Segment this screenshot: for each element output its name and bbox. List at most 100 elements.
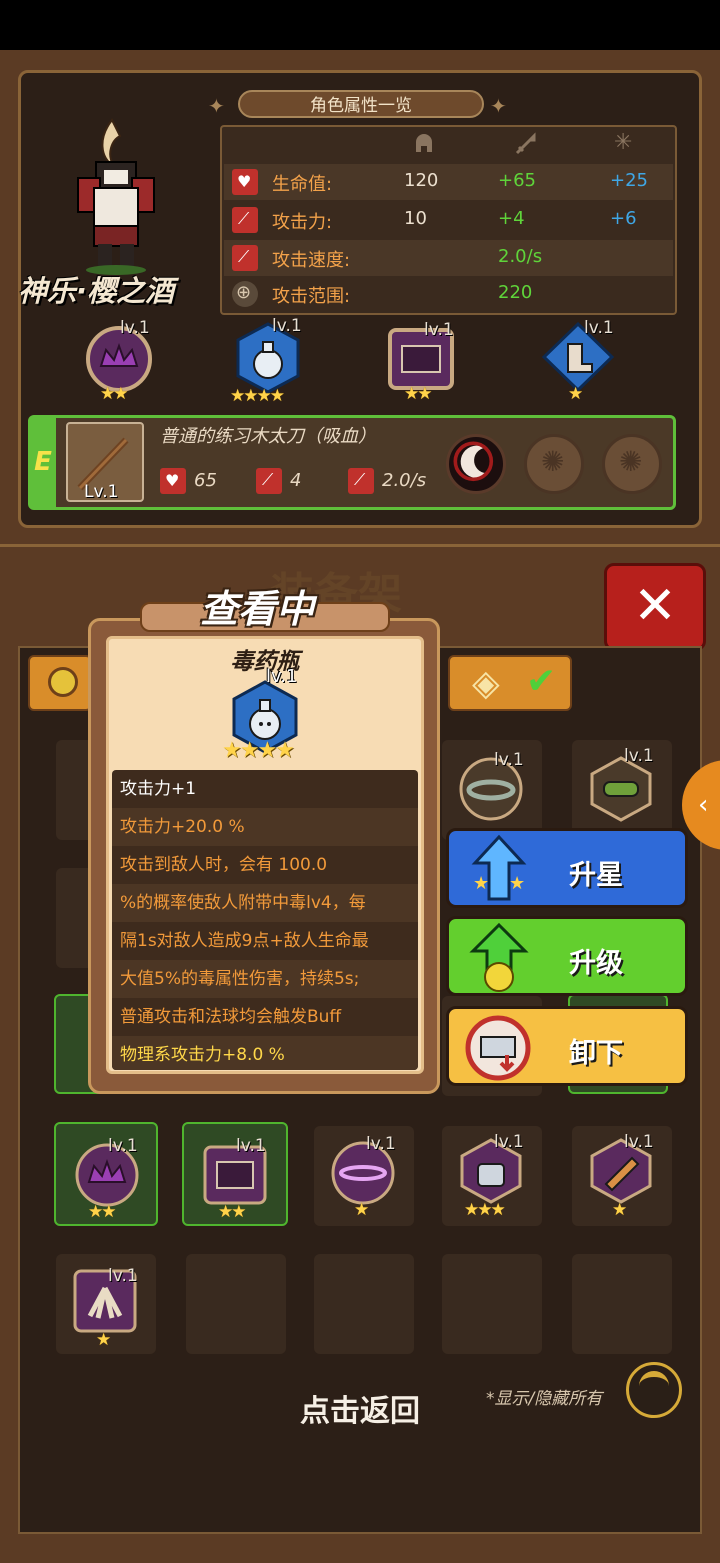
desc-line: 攻击到敌人时，会有 100.0 (120, 855, 328, 875)
desc-row: 攻击到敌人时，会有 100.0 (112, 846, 418, 884)
desc-line: 普通攻击和法球均会触发Buff (120, 1007, 342, 1027)
wing-right-icon: ✦ (490, 94, 507, 118)
grid-cell[interactable]: lv.1 ★★ (54, 1122, 158, 1226)
stat-row-hp: ♥ 生命值: 120 +65 +25 (224, 164, 673, 200)
cell-stars: ★★ (218, 1202, 247, 1222)
diamond-icon: ◈ (472, 663, 500, 704)
level-up-icon (469, 922, 529, 992)
desc-row: 大值5%的毒属性伤害，持续5s; (112, 960, 418, 998)
stat-base: 120 (404, 170, 439, 191)
stat-label: 生命值: (272, 174, 333, 195)
filter-tab-ring[interactable] (28, 655, 92, 711)
weapon-hp-icon: ♥ (160, 468, 186, 494)
svg-text:★: ★ (509, 873, 525, 894)
sword-icon: ⟋ (232, 207, 258, 233)
star-up-label: 升星 (569, 860, 623, 891)
cell-level: lv.1 (108, 1136, 138, 1156)
cell-stars: ★ (612, 1200, 627, 1220)
toggle-all-icon[interactable] (626, 1362, 682, 1418)
grid-cell[interactable]: lv.1 (572, 740, 672, 840)
level-up-label: 升级 (569, 948, 623, 979)
slot-stars: ★★ (404, 384, 433, 404)
stat-row-atk: ⟋ 攻击力: 10 +4 +6 (224, 202, 673, 238)
item-description: 攻击力+1 攻击力+20.0 % 攻击到敌人时，会有 100.0 %的概率使敌人… (112, 770, 418, 1070)
skill-slot-locked-icon[interactable]: ✺ (602, 434, 662, 494)
desc-line: %的概率使敌人附带中毒lv4，每 (120, 893, 366, 913)
stat-row-speed: ⟋ 攻击速度: 2.0/s (224, 240, 673, 276)
status-bar (0, 0, 720, 50)
unequip-label: 卸下 (569, 1038, 623, 1069)
weapon-atk: 4 (290, 470, 302, 491)
sparkle-column-icon: ✳ (614, 130, 633, 155)
grid-cell-empty[interactable] (572, 1254, 672, 1354)
grid-cell-empty[interactable] (314, 1254, 414, 1354)
equipped-slot-potion[interactable]: lv.1 ★★★★ (230, 316, 302, 406)
popup-status-title: 查看中 (200, 587, 315, 631)
level-up-button[interactable]: 升级 (446, 916, 688, 996)
desc-row: 物理系攻击力+8.0 % (112, 1036, 418, 1070)
slot-level: lv.1 (120, 318, 150, 338)
equipped-slot-crown[interactable]: lv.1 ★★ (84, 318, 154, 408)
stat-label: 攻击范围: (272, 286, 351, 307)
desc-line: 物理系攻击力+8.0 % (120, 1045, 285, 1065)
unequip-icon (465, 1015, 531, 1081)
desc-line: 大值5%的毒属性伤害，持续5s; (120, 969, 360, 989)
cell-level: lv.1 (236, 1136, 266, 1156)
sword-column-icon (515, 132, 536, 155)
unequip-button[interactable]: 卸下 (446, 1006, 688, 1086)
desc-row: 隔1s对敌人造成9点+敌人生命最 (112, 922, 418, 960)
star-up-button[interactable]: ★ ★ 升星 (446, 828, 688, 908)
slot-stars: ★ (568, 384, 583, 404)
equipped-slot-armor[interactable]: lv.1 ★★ (386, 320, 456, 410)
toggle-all-label: *显示/隐藏所有 (486, 1389, 603, 1409)
grid-cell[interactable]: lv.1 (442, 740, 542, 840)
grid-cell[interactable]: lv.1 ★ (314, 1126, 414, 1226)
skill-slash-icon[interactable] (446, 434, 506, 494)
star-up-icon: ★ ★ (471, 834, 527, 901)
item-stars: ★★★★ (222, 738, 295, 763)
cell-stars: ★★★ (464, 1200, 506, 1220)
slot-level: lv.1 (424, 320, 454, 340)
grid-cell[interactable]: lv.1 ★ (572, 1126, 672, 1226)
desc-row: 攻击力+20.0 % (112, 808, 418, 846)
item-name: 毒药瓶 (230, 649, 300, 675)
helmet-icon (416, 134, 432, 152)
cell-level: lv.1 (624, 746, 654, 766)
cell-level: lv.1 (494, 750, 524, 770)
close-button[interactable]: ✕ (604, 563, 706, 651)
stat-label: 攻击速度: (272, 250, 351, 271)
heart-icon: ♥ (232, 169, 258, 195)
cell-level: lv.1 (108, 1266, 138, 1286)
desc-line: 隔1s对敌人造成9点+敌人生命最 (120, 931, 369, 951)
grid-cell[interactable]: lv.1 ★ (56, 1254, 156, 1354)
panel-title: 角色属性一览 (238, 90, 484, 118)
desc-line: 攻击力+1 (120, 779, 197, 799)
weapon-speed: 2.0/s (382, 470, 427, 491)
weapon-atk-icon: ⟋ (256, 468, 282, 494)
cell-stars: ★★ (88, 1202, 117, 1222)
stat-bonus-blue: +25 (610, 170, 648, 191)
cell-level: lv.1 (624, 1132, 654, 1152)
stat-bonus-green: +4 (498, 208, 525, 229)
stat-bonus-green: 220 (498, 282, 533, 303)
grid-cell-empty[interactable] (442, 1254, 542, 1354)
grid-cell[interactable]: lv.1 ★★★ (442, 1126, 542, 1226)
grid-cell[interactable]: lv.1 ★★ (182, 1122, 288, 1226)
crosshair-icon: ⊕ (232, 281, 258, 307)
stat-label: 攻击力: (272, 212, 333, 233)
weapon-name: 普通的练习木太刀（吸血） (160, 426, 376, 447)
weapon-level: Lv.1 (84, 482, 119, 502)
stat-base: 10 (404, 208, 427, 229)
character-sprite (77, 118, 155, 275)
desc-line: 攻击力+20.0 % (120, 817, 245, 837)
equipped-slot-boots[interactable]: lv.1 ★ (540, 318, 615, 408)
filter-tab-armor[interactable]: ◈ ✔ (448, 655, 572, 711)
cell-stars: ★ (354, 1200, 369, 1220)
skill-slot-locked-icon[interactable]: ✺ (524, 434, 584, 494)
slot-level: lv.1 (272, 316, 302, 336)
character-name: 神乐·樱之酒 (18, 274, 175, 308)
return-hint[interactable]: 点击返回 (0, 1386, 720, 1430)
checkmark-icon: ✔ (526, 661, 557, 702)
slot-stars: ★★★★ (230, 386, 285, 406)
grid-cell-empty[interactable] (186, 1254, 286, 1354)
